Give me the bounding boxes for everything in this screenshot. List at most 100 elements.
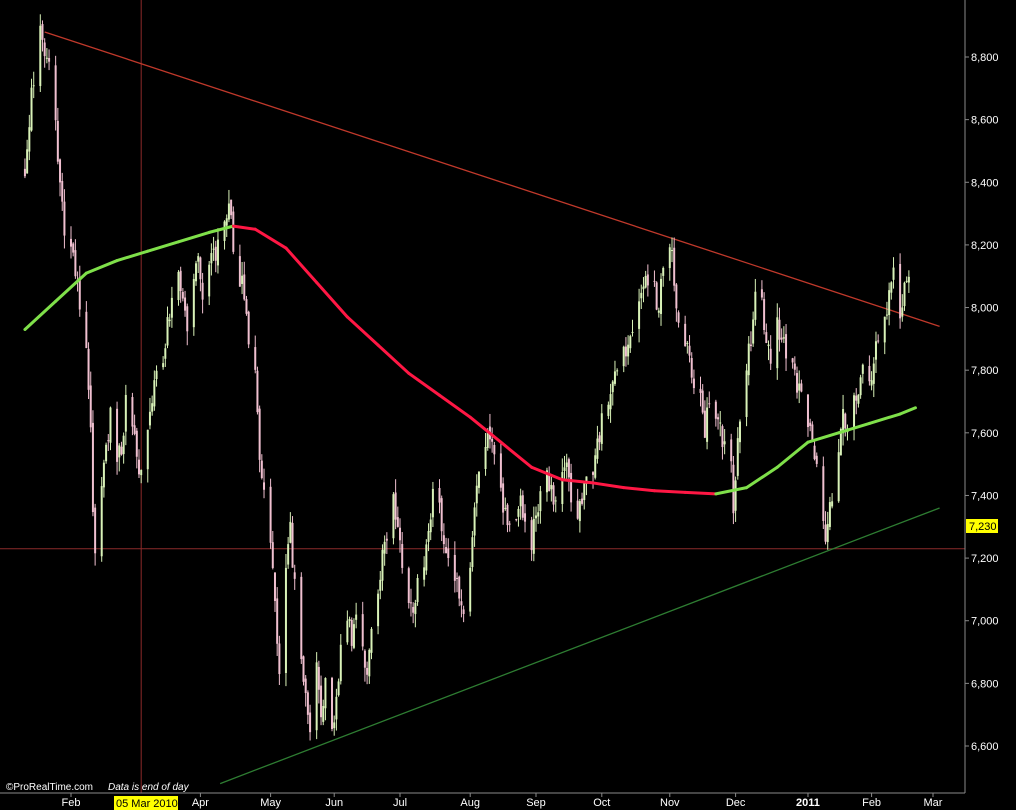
candle-body xyxy=(719,422,722,424)
candle-body xyxy=(85,311,88,349)
candle-body xyxy=(289,521,292,543)
candle-body xyxy=(59,159,62,183)
candle-body xyxy=(181,291,184,299)
candle-body xyxy=(670,250,673,252)
candle-body xyxy=(135,430,138,457)
candle-body xyxy=(32,85,35,87)
candle-body xyxy=(469,567,472,612)
candle-body xyxy=(749,344,752,347)
candle-body xyxy=(447,548,450,559)
candle-body xyxy=(508,523,511,525)
candle-body xyxy=(596,438,599,459)
candle-body xyxy=(824,524,827,542)
candle-body xyxy=(611,381,614,393)
candle-body xyxy=(828,502,831,527)
candle-body xyxy=(855,395,858,401)
candle-body xyxy=(258,408,261,460)
x-tick-label: Jun xyxy=(325,797,343,809)
candle-body xyxy=(293,572,296,579)
y-tick-label: 7,600 xyxy=(971,428,999,440)
candle-body xyxy=(811,424,814,442)
candle-body xyxy=(613,371,616,384)
candle-body xyxy=(581,498,584,504)
candle-body xyxy=(515,519,518,521)
candle-body xyxy=(39,25,42,87)
candle-body xyxy=(567,459,570,478)
candle-body xyxy=(552,485,555,505)
y-tick-label: 8,600 xyxy=(971,115,999,127)
candle-body xyxy=(868,365,871,382)
candle-body xyxy=(706,407,709,442)
candle-body xyxy=(238,256,241,287)
candle-body xyxy=(146,429,149,470)
candle-body xyxy=(629,336,632,349)
candle-body xyxy=(284,567,287,673)
candle-body xyxy=(736,438,739,476)
candle-body xyxy=(453,554,456,581)
y-tick-label: 7,000 xyxy=(971,616,999,628)
candle-body xyxy=(524,513,527,522)
candle-body xyxy=(120,446,123,455)
candle-body xyxy=(554,500,557,502)
candle-body xyxy=(708,403,711,405)
candle-body xyxy=(407,568,410,603)
x-tick-label: Mar xyxy=(924,797,943,809)
candle-body xyxy=(394,492,397,520)
candle-body xyxy=(278,643,281,675)
candle-body xyxy=(885,314,888,316)
price-chart[interactable]: 8,800 8,600 8,400 8,200 8,000 7,800 7,600 7,400… xyxy=(0,0,1016,810)
candle-body xyxy=(504,507,507,509)
candle-body xyxy=(717,417,720,420)
candle-body xyxy=(366,667,369,675)
candle-body xyxy=(401,544,404,568)
candle-body xyxy=(763,299,766,331)
candle-body xyxy=(184,297,187,311)
candle-body xyxy=(361,614,364,647)
candle-body xyxy=(276,598,279,644)
candle-body xyxy=(688,345,691,356)
candle-body xyxy=(385,538,388,541)
candle-body xyxy=(530,520,533,551)
candle-body xyxy=(409,602,412,604)
candle-body xyxy=(350,619,353,646)
candle-body xyxy=(166,317,169,346)
candle-body xyxy=(291,522,294,568)
candle-body xyxy=(177,271,180,301)
candle-body xyxy=(776,317,779,369)
candle-body xyxy=(806,394,809,428)
candle-body xyxy=(225,218,228,226)
candle-body xyxy=(888,290,891,316)
candle-body xyxy=(72,243,75,253)
credit-text: ©ProRealTime.com xyxy=(6,782,93,793)
x-tick-label: Feb xyxy=(62,797,81,809)
candle-body xyxy=(462,609,465,615)
candle-body xyxy=(883,316,886,343)
candle-body xyxy=(785,334,788,359)
candle-body xyxy=(212,248,215,250)
candle-body xyxy=(563,467,566,471)
candle-body xyxy=(534,515,537,519)
candle-body xyxy=(170,297,173,318)
data-note: Data is end of day xyxy=(108,782,190,793)
candle-body xyxy=(245,299,248,314)
x-tick-label: Apr xyxy=(192,797,209,809)
candle-body xyxy=(377,593,380,627)
candle-body xyxy=(243,274,246,300)
candle-body xyxy=(730,439,733,462)
candle-body xyxy=(256,370,259,413)
candle-body xyxy=(609,394,612,410)
candle-body xyxy=(438,487,441,503)
candle-body xyxy=(41,24,44,40)
candle-body xyxy=(208,264,211,297)
candle-body xyxy=(738,421,741,443)
candle-body xyxy=(322,705,325,722)
candle-body xyxy=(54,65,57,121)
candle-body xyxy=(532,518,535,554)
candle-body xyxy=(662,267,665,276)
candle-body xyxy=(537,512,540,517)
candle-body xyxy=(475,485,478,504)
candle-body xyxy=(519,495,522,507)
candle-body xyxy=(723,441,726,445)
candle-body xyxy=(414,602,417,615)
candle-body xyxy=(105,444,108,462)
